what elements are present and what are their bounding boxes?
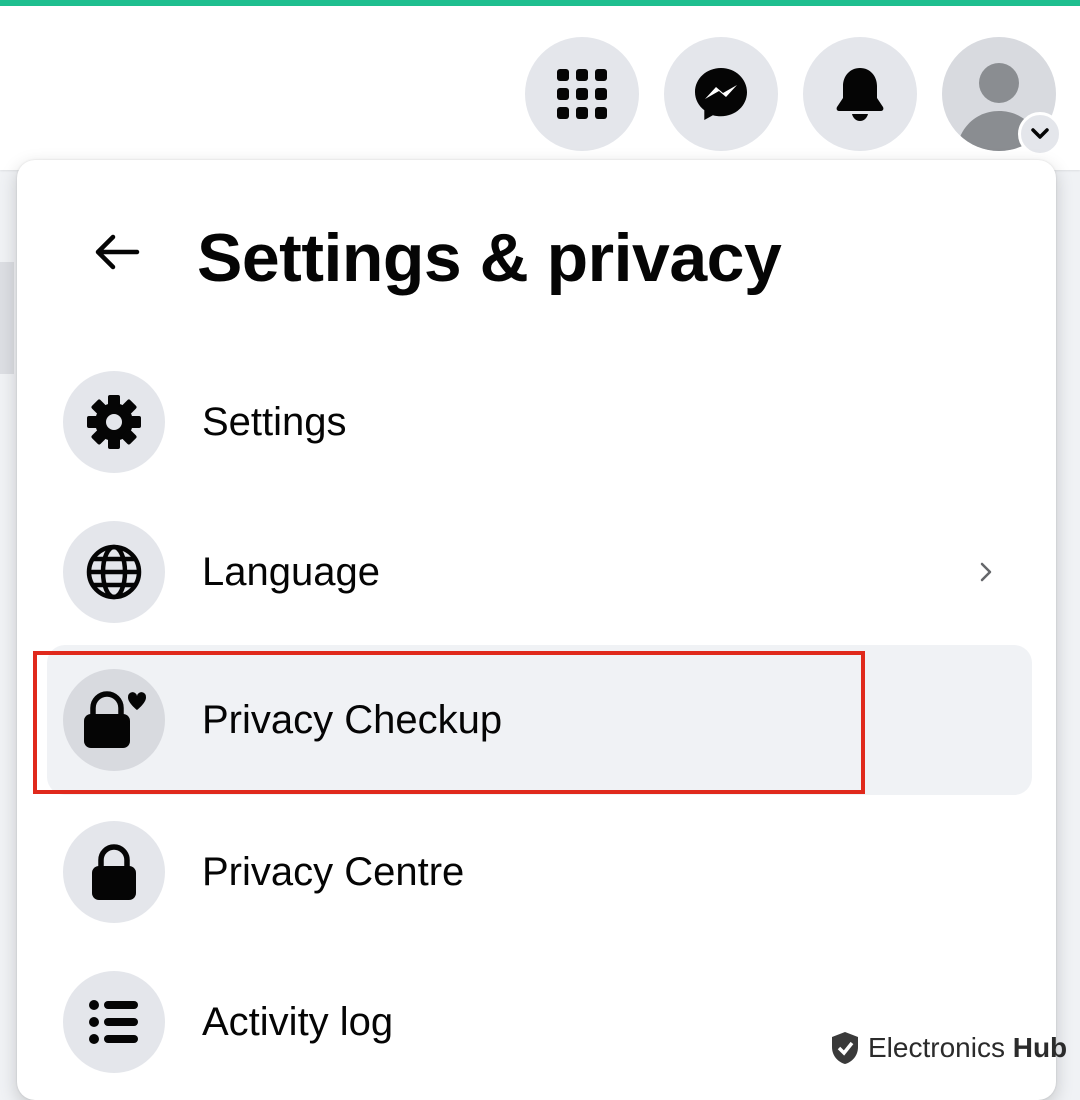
- electronics-hub-watermark: Electronics Hub: [830, 1028, 1067, 1068]
- watermark-text: Electronics Hub: [868, 1032, 1067, 1064]
- menu-grid-button[interactable]: [525, 37, 639, 151]
- menu-item-label: Privacy Centre: [202, 850, 465, 894]
- grid-icon: [557, 69, 607, 119]
- watermark-text-regular: Electronics: [868, 1032, 1005, 1063]
- language-icon-circle: [63, 521, 165, 623]
- privacy-centre-icon-circle: [63, 821, 165, 923]
- arrow-left-icon: [95, 234, 140, 270]
- menu-item-activity-log[interactable]: Activity log: [47, 947, 1032, 1097]
- messenger-button[interactable]: [664, 37, 778, 151]
- top-navigation-bar: [0, 6, 1080, 170]
- settings-privacy-menu: Settings & privacy Settings Language Pri…: [17, 160, 1056, 1100]
- chevron-right-icon: [980, 562, 992, 582]
- menu-title: Settings & privacy: [197, 220, 782, 296]
- submenu-chevron: [966, 552, 1006, 592]
- menu-item-label: Settings: [202, 400, 347, 444]
- activity-log-icon-circle: [63, 971, 165, 1073]
- settings-icon-circle: [63, 371, 165, 473]
- bell-icon: [836, 68, 884, 121]
- chevron-down-icon: [1031, 128, 1049, 139]
- menu-item-language[interactable]: Language: [47, 497, 1032, 647]
- menu-item-settings[interactable]: Settings: [47, 347, 1032, 497]
- menu-item-privacy-centre[interactable]: Privacy Centre: [47, 797, 1032, 947]
- back-button[interactable]: [87, 222, 147, 282]
- menu-item-label: Activity log: [202, 1000, 394, 1044]
- menu-item-label: Language: [202, 550, 380, 594]
- privacy-checkup-highlight: [33, 651, 865, 794]
- shield-logo-icon: [832, 1032, 858, 1064]
- watermark-text-bold: Hub: [1012, 1032, 1068, 1063]
- background-content-strip: [0, 262, 14, 374]
- list-icon: [89, 1000, 138, 1044]
- messenger-icon: [695, 68, 747, 120]
- notifications-button[interactable]: [803, 37, 917, 151]
- gear-icon: [87, 395, 141, 449]
- account-menu-badge[interactable]: [1018, 112, 1062, 156]
- globe-icon: [86, 544, 142, 600]
- lock-icon: [92, 844, 136, 900]
